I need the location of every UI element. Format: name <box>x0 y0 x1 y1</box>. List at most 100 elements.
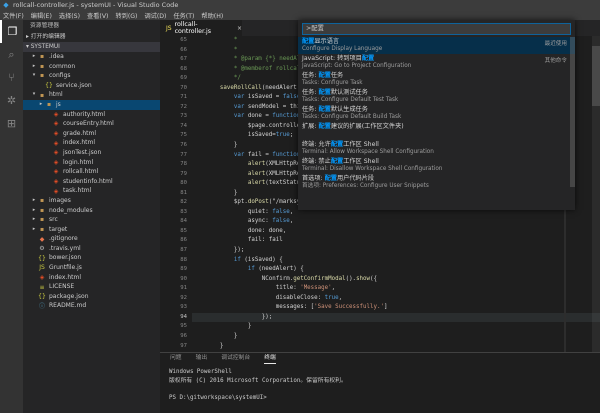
tree-item-label: .travis.yml <box>49 244 81 252</box>
tree-item[interactable]: ▾ ▪ html <box>23 90 160 100</box>
tab-rollcall-controller[interactable]: JS rollcall-controller.js × <box>160 20 242 36</box>
palette-item[interactable]: 任务: 配置任务 Tasks: Configure Task <box>298 71 575 88</box>
code-line[interactable]: title: 'Message', <box>192 284 600 294</box>
tree-item[interactable]: ▸ ▪ src <box>23 215 160 225</box>
tree-item-label: common <box>49 62 76 70</box>
tree-item[interactable]: ◈ index.html <box>23 273 160 283</box>
file-type-icon: JS <box>39 264 45 272</box>
panel-tab[interactable]: 终端 <box>264 353 276 364</box>
tree-item[interactable]: ◈ task.html <box>23 186 160 196</box>
code-line[interactable]: }); <box>192 312 600 323</box>
code-line[interactable]: fail: fail <box>192 236 600 246</box>
tree-item-label: studentinfo.html <box>63 177 113 185</box>
tree-item[interactable]: {} package.json <box>23 292 160 302</box>
code-line[interactable]: disableClose: true, <box>192 294 600 304</box>
tree-item[interactable]: ▸ ▪ js <box>23 99 160 110</box>
close-icon[interactable]: × <box>237 25 242 32</box>
project-section[interactable]: ▾ SYSTEMUI <box>23 42 160 52</box>
line-number: 93 <box>180 304 187 311</box>
code-line[interactable]: } <box>192 342 600 352</box>
file-type-icon: ≡ <box>39 283 45 291</box>
tree-item[interactable]: ▸ ▪ images <box>23 196 160 206</box>
menu-item[interactable]: 任务(T) <box>173 11 194 20</box>
palette-scrollbar[interactable] <box>570 37 575 207</box>
tree-item[interactable]: ▾ ▪ configs <box>23 71 160 81</box>
line-number: 65 <box>180 37 187 43</box>
extensions-icon[interactable]: ⊞ <box>0 112 23 135</box>
line-number: 95 <box>180 323 187 330</box>
tree-item[interactable]: ◆ .gitignore <box>23 234 160 244</box>
tree-item-label: js <box>56 100 61 108</box>
code-line[interactable]: if (isSaved) { <box>192 256 600 266</box>
tree-item[interactable]: ◈ rollcall.html <box>23 167 160 177</box>
terminal-line: PS D:\gitworkspace\systemUI> <box>169 394 267 401</box>
panel-tab[interactable]: 调试控制台 <box>221 353 250 364</box>
editor-scrollbar[interactable] <box>592 36 600 352</box>
scrollbar-thumb[interactable] <box>570 37 575 187</box>
line-number: 88 <box>180 256 187 263</box>
explorer-icon[interactable]: ❐ <box>0 20 23 43</box>
code-line[interactable]: } <box>192 322 600 332</box>
menu-item[interactable]: 帮助(H) <box>201 11 223 20</box>
code-line[interactable]: if (needAlert) { <box>192 265 600 275</box>
menu-item[interactable]: 调试(D) <box>144 11 166 20</box>
palette-item[interactable]: JavaScript: 转到项目配置 JavaScript: Go to Proj… <box>298 54 575 71</box>
tree-item[interactable]: {} bower.json <box>23 253 160 263</box>
tree-item[interactable]: ▸ ▪ target <box>23 225 160 235</box>
menu-item[interactable]: 查看(V) <box>87 11 108 20</box>
command-palette-input[interactable]: >配置 <box>302 23 571 35</box>
menu-item[interactable]: 转到(G) <box>115 11 137 20</box>
tree-item[interactable]: ◈ authority.html <box>23 110 160 120</box>
palette-item[interactable]: 扩展: 配置建议的扩展(工作区文件夹) <box>298 122 575 139</box>
open-editors-section[interactable]: ▸ 打开的编辑器 <box>23 32 160 42</box>
menu-item[interactable]: 编辑(E) <box>31 11 52 20</box>
code-line[interactable]: }); <box>192 246 600 256</box>
tree-item[interactable]: ≡ LICENSE <box>23 282 160 292</box>
tree-item[interactable]: ▸ ▪ common <box>23 62 160 72</box>
code-line[interactable]: NConfirm.getConfirmModal().show({ <box>192 275 600 285</box>
search-icon[interactable]: ⌕ <box>0 43 23 66</box>
tree-item[interactable]: ⓘ README.md <box>23 301 160 311</box>
palette-item[interactable]: 终端: 禁止配置工作区 Shell Terminal: Disallow Work… <box>298 157 575 174</box>
tree-item[interactable]: ◈ jsonTest.json <box>23 148 160 158</box>
tree-item[interactable]: ▸ ▪ node_modules <box>23 206 160 216</box>
tree-item[interactable]: ⚙ .travis.yml <box>23 244 160 254</box>
code-line[interactable]: messages: ['Save Successfully.'] <box>192 303 600 313</box>
palette-item-detail: Terminal: Allow Workspace Shell Configur… <box>302 148 434 155</box>
line-number: 94 <box>180 313 187 320</box>
tree-item[interactable]: ◈ login.html <box>23 158 160 168</box>
tree-item[interactable]: ◈ courseEntry.html <box>23 119 160 129</box>
palette-item[interactable]: 任务: 配置默认生成任务 Tasks: Configure Default Bui… <box>298 105 575 122</box>
tree-item-label: Gruntfile.js <box>49 264 82 272</box>
panel-tab[interactable]: 问题 <box>170 353 182 364</box>
tree-item[interactable]: {} service.json <box>23 81 160 91</box>
menu-item[interactable]: 文件(F) <box>3 11 24 20</box>
palette-item[interactable]: 配置显示语言 Configure Display Language 最近使用 <box>298 37 575 55</box>
tree-item[interactable]: ▸ ▪ .idea <box>23 52 160 62</box>
panel-tabs: 问题 输出 调试控制台 终端 <box>160 353 600 364</box>
tree-item[interactable]: JS Gruntfile.js <box>23 263 160 273</box>
palette-item-detail: Tasks: Configure Default Test Task <box>302 97 399 104</box>
panel-tab[interactable]: 输出 <box>196 353 208 364</box>
tree-item[interactable]: ◈ index.html <box>23 138 160 148</box>
palette-item[interactable]: 任务: 配置默认测试任务 Tasks: Configure Default Tes… <box>298 88 575 105</box>
tree-item[interactable]: ◈ grade.html <box>23 129 160 139</box>
file-type-icon: ◆ <box>39 235 45 243</box>
palette-item[interactable]: 首选项: 配置用户代码片段 首选项: Preferences: Configure… <box>298 174 575 191</box>
palette-item-detail: Configure Display Language <box>302 46 383 52</box>
file-type-icon: ▪ <box>39 197 45 205</box>
debug-icon[interactable]: ✲ <box>0 89 23 112</box>
line-number: 73 <box>180 113 187 120</box>
code-line[interactable]: } <box>192 332 600 342</box>
palette-item-detail: JavaScript: Go to Project Configuration <box>302 63 412 70</box>
palette-item[interactable]: 终端: 允许配置工作区 Shell Terminal: Allow Workspa… <box>298 140 575 157</box>
source-control-icon[interactable]: ⑂ <box>0 66 23 89</box>
menu-item[interactable]: 选择(S) <box>59 11 80 20</box>
scrollbar-thumb[interactable] <box>592 46 600 106</box>
code-line[interactable]: async: false, <box>192 217 600 227</box>
code-line[interactable]: done: done, <box>192 227 600 237</box>
terminal-output[interactable]: Windows PowerShell 版权所有 (C) 2016 Microsof… <box>160 364 600 402</box>
file-type-icon: ⚙ <box>39 245 45 253</box>
explorer-header: 资源管理器 <box>30 23 59 29</box>
tree-item[interactable]: ◈ studentinfo.html <box>23 177 160 187</box>
